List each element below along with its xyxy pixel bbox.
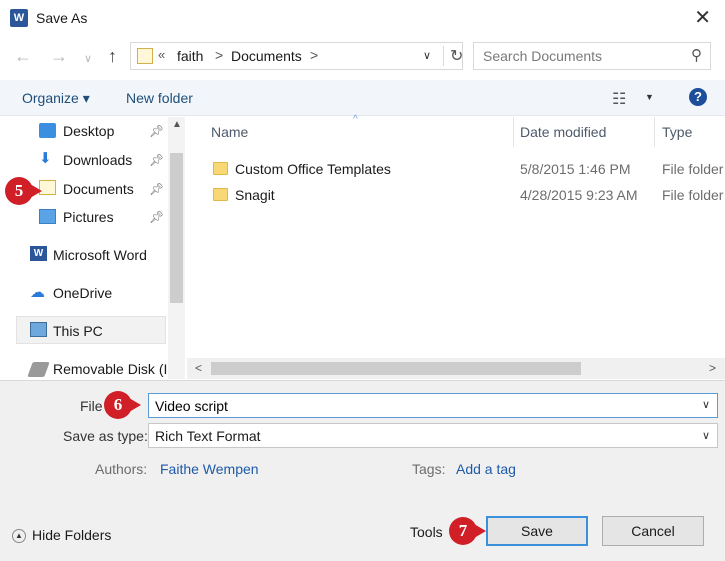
add-tag-link[interactable]: Add a tag [456,461,516,477]
help-icon[interactable]: ? [689,88,707,106]
scroll-left-icon[interactable]: < [195,361,202,375]
view-options-icon[interactable]: ☷ [612,89,626,109]
navigation-pane: Desktop 📌︎ ⬇ Downloads 📌︎ Documents 📌︎ P… [0,117,186,379]
chevron-down-icon[interactable]: ∨ [702,429,710,442]
removable-disk-icon [27,362,50,377]
callout-arrow [474,524,486,538]
callout-6: 6 [104,391,132,419]
column-header-name[interactable]: Name [211,124,248,140]
nav-scroll-thumb[interactable] [170,153,183,303]
file-list: ^ Name Date modified Type Custom Office … [187,114,725,379]
column-divider[interactable] [513,117,514,147]
sidebar-item-pictures[interactable]: Pictures [63,209,114,225]
close-icon[interactable]: ✕ [694,5,711,30]
new-folder-button[interactable]: New folder [126,90,193,106]
folder-icon [213,188,228,201]
sort-ascending-icon: ^ [353,114,358,125]
save-as-type-select[interactable]: Rich Text Format ∨ [148,423,718,448]
breadcrumb-documents[interactable]: Documents [231,48,302,64]
file-name-label: File [80,398,103,414]
documents-folder-icon [137,48,153,64]
up-arrow-icon[interactable]: ↑ [108,46,117,67]
file-row[interactable]: Custom Office Templates 5/8/2015 1:46 PM… [187,156,725,182]
pin-icon[interactable]: 📌︎ [149,182,164,196]
organize-button[interactable]: Organize ▾ [22,90,90,107]
cancel-button[interactable]: Cancel [602,516,704,546]
desktop-icon [39,123,56,138]
file-type: File folder [662,187,724,203]
tools-button[interactable]: Tools [410,524,443,540]
sidebar-item-documents[interactable]: Documents [63,181,134,197]
command-bar: Organize ▾ New folder ☷ ▼ ? [0,80,725,116]
column-header-date-modified[interactable]: Date modified [520,124,606,140]
sidebar-item-this-pc[interactable]: This PC [53,323,103,339]
folder-icon [213,162,228,175]
sidebar-item-microsoft-word[interactable]: Microsoft Word [53,247,147,263]
horizontal-scroll-thumb[interactable] [211,362,581,375]
pin-icon[interactable]: 📌︎ [149,210,164,224]
file-name[interactable]: Snagit [235,187,275,203]
file-date: 5/8/2015 1:46 PM [520,161,631,177]
forward-arrow-icon[interactable]: → [50,46,68,67]
authors-value[interactable]: Faithe Wempen [160,461,259,477]
view-dropdown-icon[interactable]: ▼ [645,92,654,102]
scroll-right-icon[interactable]: > [709,361,716,375]
file-name[interactable]: Custom Office Templates [235,161,391,177]
file-date: 4/28/2015 9:23 AM [520,187,638,203]
tags-label: Tags: [412,461,446,477]
file-name-input[interactable] [148,393,718,418]
hide-folders-button[interactable]: Hide Folders [32,527,111,543]
sidebar-item-desktop[interactable]: Desktop [63,123,114,139]
address-bar[interactable]: « faith > Documents > ∨ ↻ [130,42,463,70]
chevron-down-icon[interactable]: ∨ [423,49,431,62]
title-bar: W Save As ✕ [0,0,725,36]
file-type: File folder [662,161,724,177]
sidebar-item-downloads[interactable]: Downloads [63,152,132,168]
authors-label: Authors: [95,461,148,477]
word-icon: W [30,246,47,261]
search-input[interactable]: Search Documents ⚲ [473,42,711,70]
word-app-icon: W [10,9,28,27]
pin-icon[interactable]: 📌︎ [149,124,164,138]
sidebar-item-removable-disk[interactable]: Removable Disk (I [53,361,167,377]
breadcrumb-separator[interactable]: > [215,47,223,63]
search-placeholder: Search Documents [483,48,603,64]
sidebar-item-onedrive[interactable]: OneDrive [53,285,112,301]
recent-locations-chevron-icon[interactable]: ∨ [84,52,92,65]
column-divider[interactable] [654,117,655,147]
this-pc-monitor-icon [30,322,47,337]
callout-7: 7 [449,517,477,545]
address-overflow-icon[interactable]: « [158,47,165,62]
column-header-type[interactable]: Type [662,124,692,140]
refresh-icon[interactable]: ↻ [443,46,463,66]
breadcrumb-faith[interactable]: faith [177,48,203,64]
back-arrow-icon[interactable]: ← [14,46,32,67]
save-as-type-value: Rich Text Format [155,428,261,444]
callout-arrow [129,398,141,412]
pin-icon[interactable]: 📌︎ [149,153,164,167]
horizontal-scrollbar[interactable]: < > [187,358,725,379]
callout-5: 5 [5,177,33,205]
downloads-icon: ⬇ [39,150,52,167]
breadcrumb-separator[interactable]: > [310,47,318,63]
window-title: Save As [36,10,88,26]
search-icon[interactable]: ⚲ [691,46,702,64]
chevron-down-icon[interactable]: ∨ [702,398,710,411]
file-row[interactable]: Snagit 4/28/2015 9:23 AM File folder [187,182,725,208]
pictures-icon [39,209,56,224]
onedrive-cloud-icon: ☁ [30,284,45,301]
save-as-type-label: Save as type: [63,428,148,444]
collapse-up-icon[interactable]: ▲ [12,529,26,543]
scroll-up-icon[interactable]: ▲ [172,119,182,130]
callout-arrow [30,184,42,198]
save-button[interactable]: Save [486,516,588,546]
